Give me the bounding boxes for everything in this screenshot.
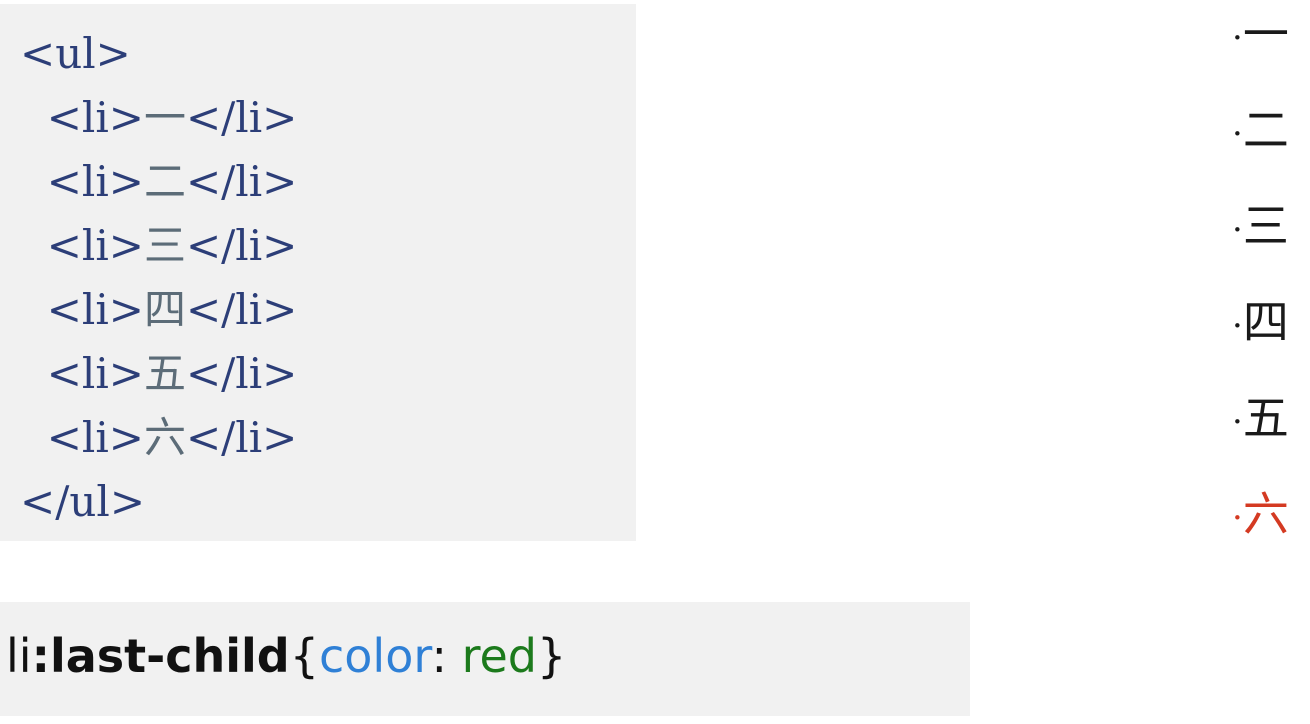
- list-item-text: 一: [1242, 7, 1289, 61]
- code-ul-close: </ul>: [20, 477, 146, 526]
- code-li-open: <li>: [20, 221, 144, 270]
- code-li-open: <li>: [20, 413, 144, 462]
- list-item: ·五: [1232, 386, 1289, 450]
- code-li-line: <li>三</li>: [20, 214, 298, 278]
- css-close-brace: }: [537, 629, 567, 683]
- code-li-text: 一: [143, 93, 186, 142]
- code-li-line: <li>五</li>: [20, 342, 298, 406]
- code-li-close: </li>: [185, 221, 298, 270]
- list-item: ·二: [1232, 98, 1289, 162]
- bullet: ·: [1232, 402, 1243, 442]
- list-item-text: 三: [1242, 199, 1289, 253]
- list-item: ·一: [1232, 2, 1289, 66]
- css-open-brace: {: [289, 629, 319, 683]
- css-selector: li: [6, 629, 32, 683]
- code-li-close: </li>: [185, 285, 298, 334]
- code-li-line: <li>六</li>: [20, 406, 298, 470]
- css-rule: li:last-child{color: red}: [6, 624, 566, 688]
- bullet: ·: [1232, 210, 1243, 250]
- html-code-block: <ul> <li>一</li> <li>二</li> <li>三</li> <l…: [0, 4, 636, 541]
- code-li-close: </li>: [185, 349, 298, 398]
- css-pseudo-class: :last-child: [31, 629, 290, 683]
- code-li-open: <li>: [20, 157, 144, 206]
- code-li-close: </li>: [185, 413, 298, 462]
- code-li-line: <li>一</li>: [20, 86, 298, 150]
- css-property: color: [319, 629, 432, 683]
- css-value: red: [461, 629, 537, 683]
- code-li-open: <li>: [20, 93, 144, 142]
- bullet: ·: [1232, 306, 1243, 346]
- code-li-text: 三: [143, 221, 186, 270]
- code-li-text: 五: [143, 349, 186, 398]
- code-li-close: </li>: [185, 157, 298, 206]
- css-code-block: li:last-child{color: red}: [0, 602, 970, 716]
- code-li-text: 六: [143, 413, 186, 462]
- bullet: ·: [1232, 114, 1243, 154]
- list-item-text: 四: [1242, 295, 1289, 349]
- code-li-line: <li>二</li>: [20, 150, 298, 214]
- list-item-last: ·六: [1232, 482, 1289, 546]
- code-li-line: <li>四</li>: [20, 278, 298, 342]
- css-colon: :: [431, 629, 462, 683]
- list-item: ·三: [1232, 194, 1289, 258]
- code-li-open: <li>: [20, 349, 144, 398]
- list-item-text: 五: [1242, 391, 1289, 445]
- list-item: ·四: [1232, 290, 1289, 354]
- list-item-text: 二: [1242, 103, 1289, 157]
- bullet: ·: [1232, 498, 1243, 538]
- list-item-text: 六: [1242, 487, 1289, 541]
- code-ul-open: <ul>: [20, 29, 131, 78]
- code-li-close: </li>: [185, 93, 298, 142]
- code-li-text: 二: [143, 157, 186, 206]
- code-li-open: <li>: [20, 285, 144, 334]
- bullet: ·: [1232, 18, 1243, 58]
- code-li-text: 四: [143, 285, 186, 334]
